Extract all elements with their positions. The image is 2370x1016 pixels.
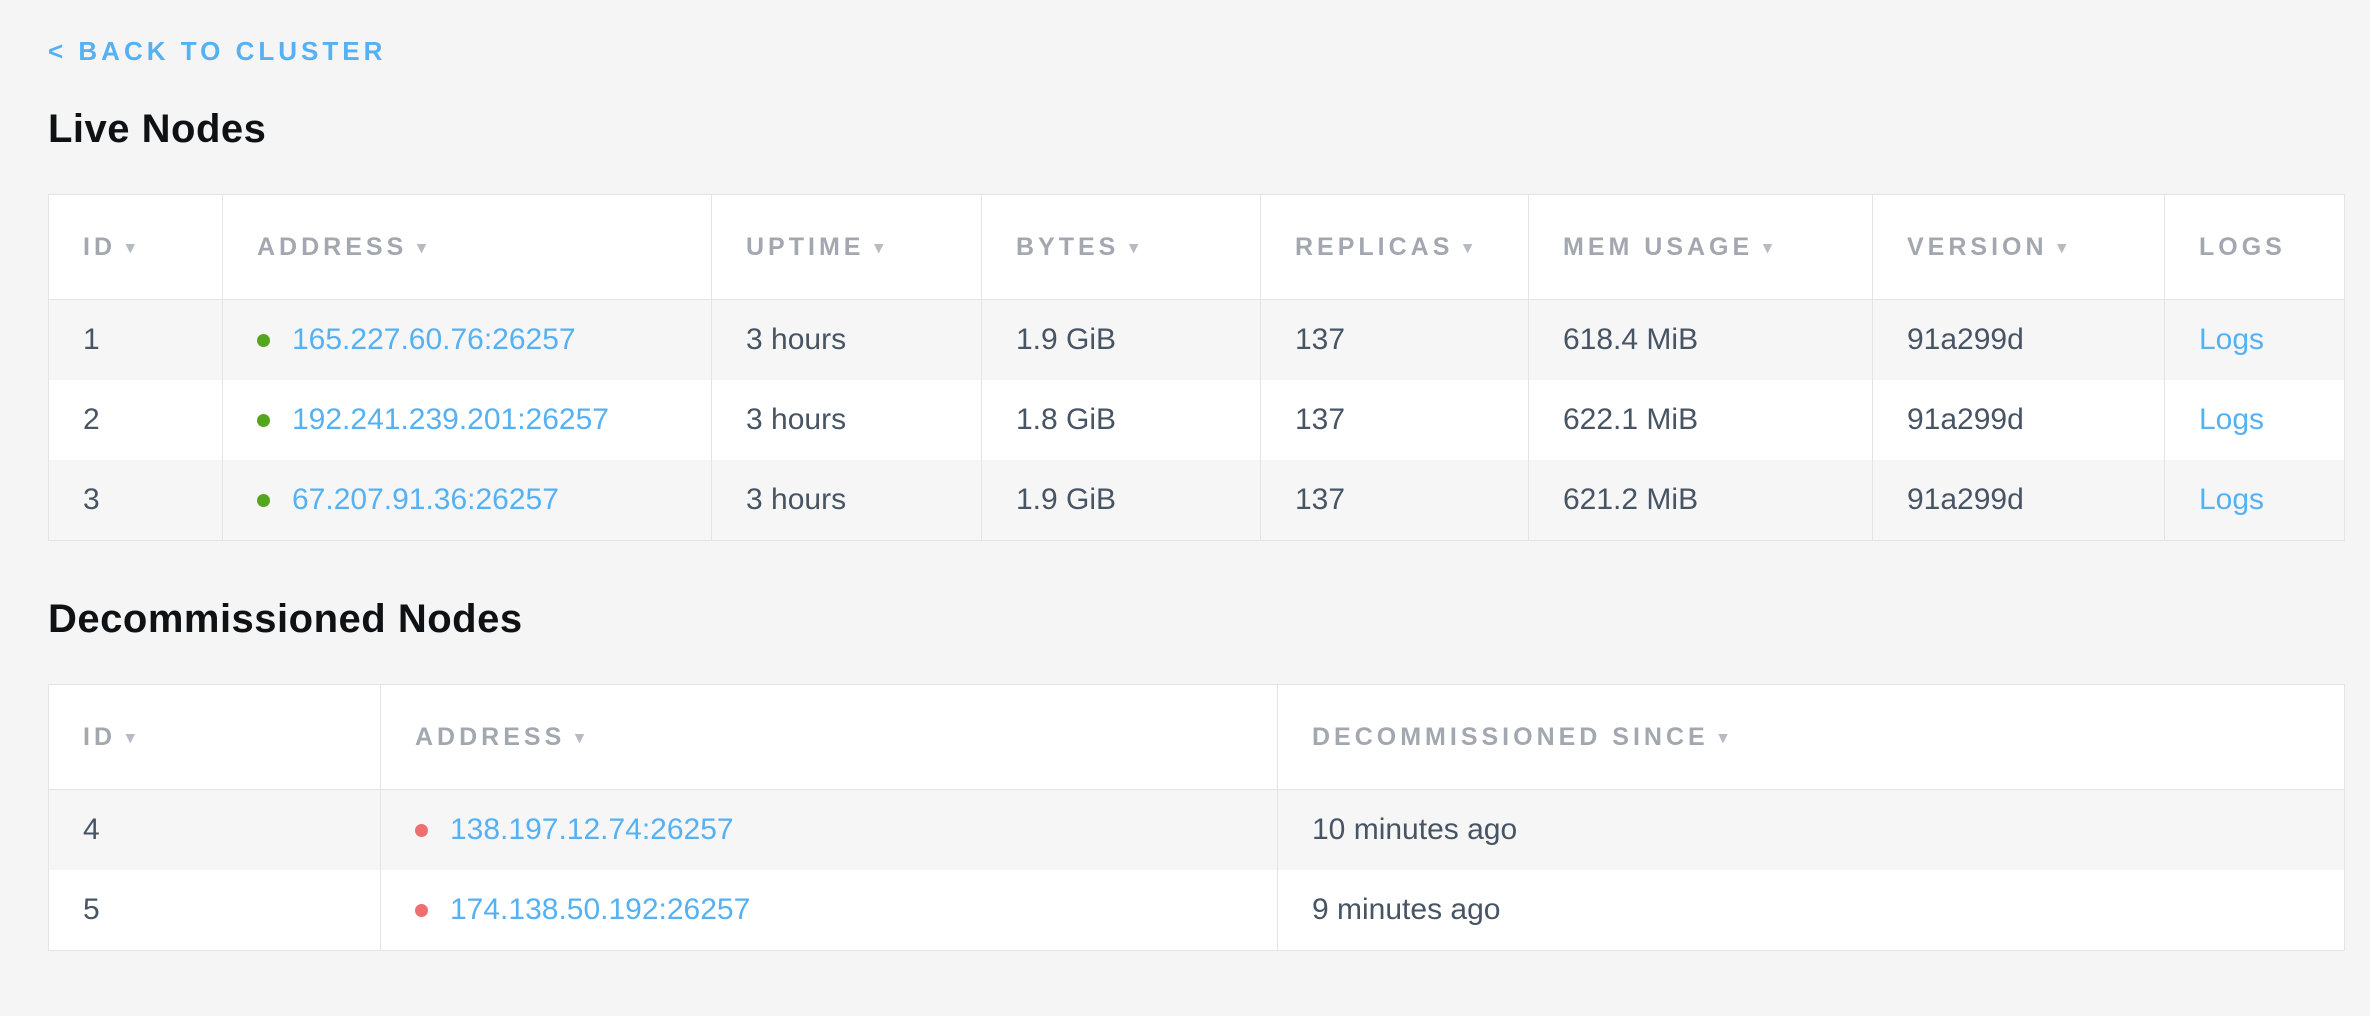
node-address-cell: 67.207.91.36:26257 xyxy=(223,460,712,540)
table-row: 1 165.227.60.76:26257 3 hours 1.9 GiB 13… xyxy=(49,300,2344,380)
sort-arrow-icon: ▾ xyxy=(2058,238,2071,257)
column-header-address[interactable]: ADDRESS ▾ xyxy=(381,685,1278,790)
node-bytes-cell: 1.8 GiB xyxy=(982,380,1261,460)
decommissioned-header-row: ID ▾ ADDRESS ▾ DECOMMISSIONED SINCE ▾ xyxy=(49,685,2344,790)
live-status-dot-icon xyxy=(257,494,270,507)
node-id-cell: 5 xyxy=(49,870,381,950)
logs-link[interactable]: Logs xyxy=(2199,483,2264,516)
node-mem-usage-cell: 621.2 MiB xyxy=(1529,460,1873,540)
node-address-cell: 138.197.12.74:26257 xyxy=(381,790,1278,870)
table-row: 4 138.197.12.74:26257 10 minutes ago xyxy=(49,790,2344,870)
column-header-label: UPTIME xyxy=(746,233,864,261)
column-header-bytes[interactable]: BYTES ▾ xyxy=(982,195,1261,300)
node-address-cell: 174.138.50.192:26257 xyxy=(381,870,1278,950)
node-bytes-cell: 1.9 GiB xyxy=(982,460,1261,540)
sort-arrow-icon: ▾ xyxy=(1763,238,1776,257)
node-id-cell: 4 xyxy=(49,790,381,870)
node-version-cell: 91a299d xyxy=(1873,300,2165,380)
node-address-cell: 165.227.60.76:26257 xyxy=(223,300,712,380)
decommissioned-status-dot-icon xyxy=(415,824,428,837)
node-logs-cell: Logs xyxy=(2165,460,2344,540)
sort-arrow-icon: ▾ xyxy=(1129,238,1142,257)
node-version-cell: 91a299d xyxy=(1873,460,2165,540)
node-address-link[interactable]: 174.138.50.192:26257 xyxy=(450,893,750,926)
column-header-decommissioned-since[interactable]: DECOMMISSIONED SINCE ▾ xyxy=(1278,685,2344,790)
table-row: 3 67.207.91.36:26257 3 hours 1.9 GiB 137… xyxy=(49,460,2344,540)
page-container: < BACK TO CLUSTER Live Nodes ID ▾ ADDRESS… xyxy=(0,0,2370,951)
decommissioned-since-cell: 10 minutes ago xyxy=(1278,790,2344,870)
sort-arrow-icon: ▾ xyxy=(1719,728,1732,747)
node-id-cell: 2 xyxy=(49,380,223,460)
sort-arrow-icon: ▾ xyxy=(126,728,139,747)
node-mem-usage-cell: 618.4 MiB xyxy=(1529,300,1873,380)
column-header-label: ID xyxy=(83,233,116,261)
column-header-id[interactable]: ID ▾ xyxy=(49,195,223,300)
column-header-label: REPLICAS xyxy=(1295,233,1453,261)
column-header-label: BYTES xyxy=(1016,233,1119,261)
node-replicas-cell: 137 xyxy=(1261,460,1529,540)
node-replicas-cell: 137 xyxy=(1261,380,1529,460)
decommissioned-since-cell: 9 minutes ago xyxy=(1278,870,2344,950)
column-header-logs: LOGS xyxy=(2165,195,2344,300)
live-nodes-title: Live Nodes xyxy=(48,107,2343,152)
column-header-uptime[interactable]: UPTIME ▾ xyxy=(712,195,982,300)
node-logs-cell: Logs xyxy=(2165,380,2344,460)
table-row: 2 192.241.239.201:26257 3 hours 1.8 GiB … xyxy=(49,380,2344,460)
column-header-address[interactable]: ADDRESS ▾ xyxy=(223,195,712,300)
column-header-label: ID xyxy=(83,723,116,751)
column-header-replicas[interactable]: REPLICAS ▾ xyxy=(1261,195,1529,300)
sort-arrow-icon: ▾ xyxy=(575,728,588,747)
column-header-id[interactable]: ID ▾ xyxy=(49,685,381,790)
node-id-cell: 3 xyxy=(49,460,223,540)
node-mem-usage-cell: 622.1 MiB xyxy=(1529,380,1873,460)
sort-arrow-icon: ▾ xyxy=(1463,238,1476,257)
column-header-label: LOGS xyxy=(2199,233,2286,261)
sort-arrow-icon: ▾ xyxy=(417,238,430,257)
column-header-version[interactable]: VERSION ▾ xyxy=(1873,195,2165,300)
node-version-cell: 91a299d xyxy=(1873,380,2165,460)
decommissioned-status-dot-icon xyxy=(415,904,428,917)
node-address-cell: 192.241.239.201:26257 xyxy=(223,380,712,460)
logs-link[interactable]: Logs xyxy=(2199,403,2264,436)
decommissioned-nodes-title: Decommissioned Nodes xyxy=(48,597,2343,642)
live-nodes-header-row: ID ▾ ADDRESS ▾ UPTIME ▾ BYTES ▾ REPLICAS ▾ ME… xyxy=(49,195,2344,300)
column-header-label: ADDRESS xyxy=(415,723,565,751)
node-bytes-cell: 1.9 GiB xyxy=(982,300,1261,380)
logs-link[interactable]: Logs xyxy=(2199,323,2264,356)
node-address-link[interactable]: 67.207.91.36:26257 xyxy=(292,483,559,516)
column-header-label: DECOMMISSIONED SINCE xyxy=(1312,723,1709,751)
column-header-label: ADDRESS xyxy=(257,233,407,261)
node-id-cell: 1 xyxy=(49,300,223,380)
back-to-cluster-link[interactable]: < BACK TO CLUSTER xyxy=(48,36,386,67)
node-logs-cell: Logs xyxy=(2165,300,2344,380)
node-address-link[interactable]: 192.241.239.201:26257 xyxy=(292,403,609,436)
node-address-link[interactable]: 165.227.60.76:26257 xyxy=(292,323,576,356)
node-uptime-cell: 3 hours xyxy=(712,380,982,460)
column-header-label: MEM USAGE xyxy=(1563,233,1753,261)
column-header-mem-usage[interactable]: MEM USAGE ▾ xyxy=(1529,195,1873,300)
live-nodes-table: ID ▾ ADDRESS ▾ UPTIME ▾ BYTES ▾ REPLICAS ▾ ME… xyxy=(48,194,2345,541)
table-row: 5 174.138.50.192:26257 9 minutes ago xyxy=(49,870,2344,950)
column-header-label: VERSION xyxy=(1907,233,2048,261)
decommissioned-nodes-table: ID ▾ ADDRESS ▾ DECOMMISSIONED SINCE ▾ 4 138… xyxy=(48,684,2345,951)
live-status-dot-icon xyxy=(257,414,270,427)
node-uptime-cell: 3 hours xyxy=(712,460,982,540)
node-uptime-cell: 3 hours xyxy=(712,300,982,380)
node-replicas-cell: 137 xyxy=(1261,300,1529,380)
sort-arrow-icon: ▾ xyxy=(874,238,887,257)
live-status-dot-icon xyxy=(257,334,270,347)
node-address-link[interactable]: 138.197.12.74:26257 xyxy=(450,813,734,846)
sort-arrow-icon: ▾ xyxy=(126,238,139,257)
